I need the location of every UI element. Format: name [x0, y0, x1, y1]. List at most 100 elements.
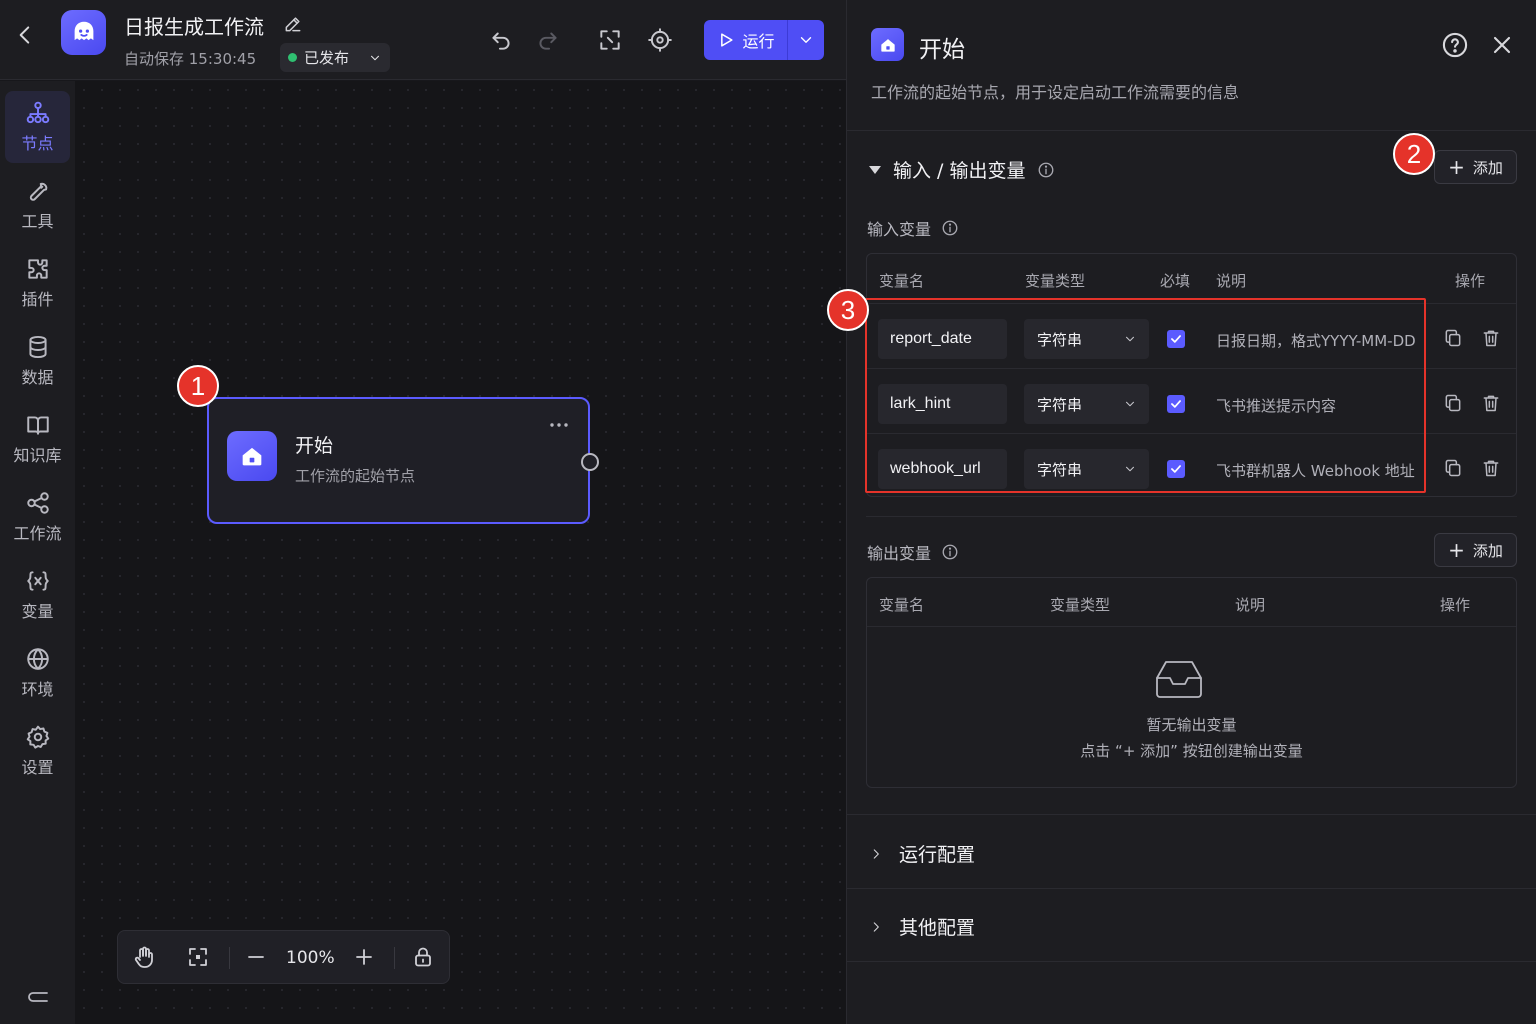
chevron-down-icon: [800, 37, 812, 43]
plus-icon: +: [1448, 155, 1465, 179]
run-config-label: 运行配置: [899, 844, 976, 866]
start-node[interactable]: 开始 工作流的起始节点: [207, 397, 599, 524]
publish-status-dropdown[interactable]: 已发布: [280, 43, 390, 72]
copy-icon[interactable]: [1443, 393, 1463, 413]
column-header-required: 必填: [1160, 272, 1191, 290]
collapse-sidebar-icon[interactable]: [25, 986, 51, 1008]
selection-frame-icon[interactable]: [186, 945, 210, 969]
toolbar-divider: [394, 947, 395, 969]
fit-view-icon[interactable]: [597, 27, 623, 53]
column-header-name: 变量名: [879, 596, 925, 614]
node-description: 工作流的起始节点: [295, 467, 416, 485]
rail-item-variables[interactable]: 变量: [5, 559, 70, 631]
node-title: 开始: [295, 435, 334, 457]
toolbar-divider: [229, 947, 230, 969]
empty-state-title: 暂无输出变量: [1146, 716, 1237, 734]
io-section-title: 输入 / 输出变量: [893, 160, 1026, 182]
trash-icon[interactable]: [1481, 328, 1501, 348]
run-label: 运行: [742, 32, 775, 51]
play-icon: [721, 33, 734, 47]
left-rail: 节点 工具 插件 数据 知识库 工作流 变量 环境 设置: [0, 81, 75, 1024]
rail-item-data[interactable]: 数据: [5, 325, 70, 397]
rail-item-label: 设置: [21, 758, 54, 777]
column-header-desc: 说明: [1216, 272, 1247, 290]
caret-down-icon: [869, 165, 881, 174]
workflow-title: 日报生成工作流: [124, 15, 264, 39]
rail-item-workflow[interactable]: 工作流: [5, 481, 70, 553]
rail-item-label: 知识库: [13, 446, 62, 465]
panel-title: 开始: [919, 37, 965, 63]
zoom-level[interactable]: 100%: [286, 948, 335, 968]
rail-item-nodes[interactable]: 节点: [5, 91, 70, 163]
column-header-desc: 说明: [1235, 596, 1266, 614]
workflow-canvas[interactable]: 开始 工作流的起始节点 100%: [75, 81, 846, 1024]
divider: [847, 130, 1536, 131]
zoom-out-icon[interactable]: [244, 945, 268, 969]
rail-item-label: 插件: [21, 290, 54, 309]
trash-icon[interactable]: [1481, 393, 1501, 413]
highlight-box: [865, 298, 1426, 493]
copy-icon[interactable]: [1443, 458, 1463, 478]
output-variables-title: 输出变量: [867, 540, 959, 564]
add-output-variable-button[interactable]: + 添加: [1434, 533, 1517, 567]
divider: [847, 888, 1536, 889]
rail-item-environment[interactable]: 环境: [5, 637, 70, 709]
column-header-actions: 操作: [1440, 596, 1471, 614]
database-icon: [28, 335, 47, 359]
publish-status-label: 已发布: [304, 49, 350, 67]
annotation-marker-3: 3: [827, 289, 869, 331]
nodes-icon: [26, 101, 49, 124]
add-label: 添加: [1472, 541, 1503, 560]
puzzle-icon: [27, 259, 48, 279]
empty-inbox-icon: [1153, 656, 1205, 700]
column-header-type: 变量类型: [1025, 272, 1086, 290]
rail-item-label: 数据: [21, 368, 54, 387]
more-options-icon[interactable]: [548, 419, 570, 431]
status-dot: [288, 53, 297, 62]
output-variables-table: 变量名 变量类型 说明 操作 暂无输出变量 点击 “+ 添加” 按钮创建输出变量: [866, 577, 1517, 788]
run-button[interactable]: 运行: [704, 20, 788, 60]
run-button-group: 运行: [704, 20, 824, 60]
empty-state-hint: 点击 “+ 添加” 按钮创建输出变量: [1080, 742, 1303, 760]
rail-item-label: 工具: [21, 212, 54, 231]
rail-item-label: 工作流: [13, 524, 62, 543]
info-icon: [942, 544, 958, 560]
other-config-label: 其他配置: [899, 917, 976, 939]
redo-icon[interactable]: [535, 27, 561, 53]
divider: [847, 961, 1536, 962]
back-arrow-icon[interactable]: [12, 22, 38, 48]
input-variables-title: 输入变量: [867, 216, 959, 240]
book-icon: [26, 416, 49, 435]
gear-icon: [26, 725, 49, 749]
add-variable-button[interactable]: + 添加: [1434, 150, 1517, 184]
close-icon[interactable]: [1488, 31, 1516, 59]
output-port[interactable]: [581, 453, 599, 471]
panel-description: 工作流的起始节点，用于设定启动工作流需要的信息: [871, 83, 1240, 102]
debug-target-icon[interactable]: [647, 27, 673, 53]
info-icon: [1039, 162, 1054, 177]
wrench-icon: [29, 182, 47, 201]
rail-item-knowledge[interactable]: 知识库: [5, 403, 70, 475]
edit-pencil-icon[interactable]: [283, 14, 303, 34]
undo-icon[interactable]: [488, 27, 514, 53]
run-config-section[interactable]: 运行配置: [869, 840, 975, 867]
rail-item-settings[interactable]: 设置: [5, 715, 70, 787]
io-section-header[interactable]: 输入 / 输出变量: [869, 156, 1055, 183]
chevron-right-icon: [873, 848, 879, 859]
other-config-section[interactable]: 其他配置: [869, 913, 975, 940]
trash-icon[interactable]: [1481, 458, 1501, 478]
rail-item-plugins[interactable]: 插件: [5, 247, 70, 319]
column-header-name: 变量名: [879, 272, 925, 290]
chevron-down-icon: [370, 55, 380, 60]
copy-icon[interactable]: [1443, 328, 1463, 348]
run-options-dropdown[interactable]: [788, 20, 824, 60]
chevron-right-icon: [873, 921, 879, 932]
rail-item-tools[interactable]: 工具: [5, 169, 70, 241]
zoom-in-icon[interactable]: [352, 945, 376, 969]
help-icon[interactable]: [1441, 31, 1469, 59]
lock-icon[interactable]: [411, 945, 435, 969]
annotation-marker-2: 2: [1393, 133, 1435, 175]
column-header-actions: 操作: [1455, 272, 1486, 290]
hand-pan-icon[interactable]: [132, 945, 156, 969]
add-label: 添加: [1472, 158, 1503, 177]
